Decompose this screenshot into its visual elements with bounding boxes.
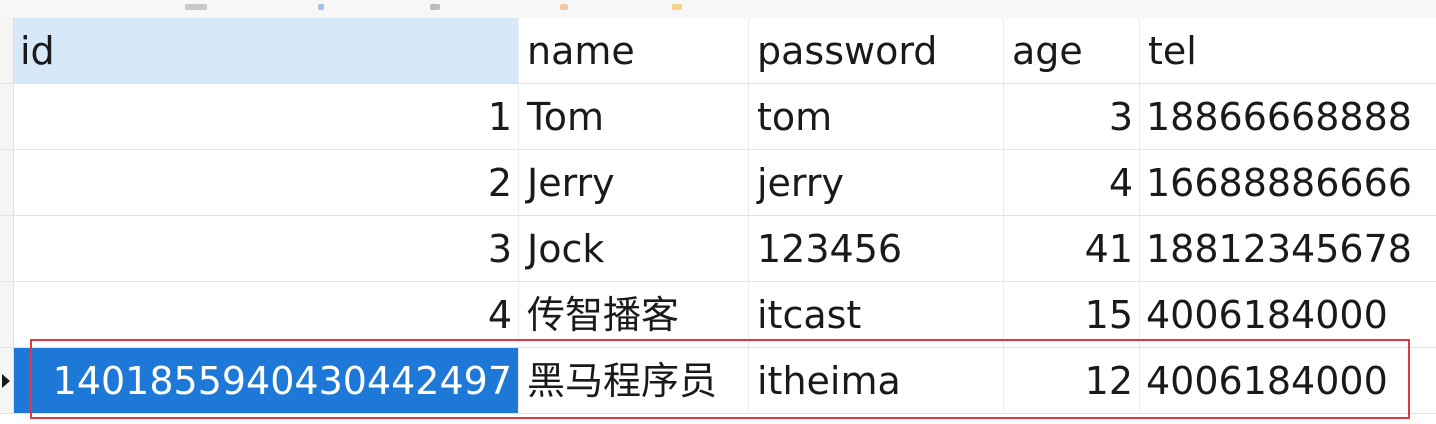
cell-age[interactable]: 15: [1004, 282, 1140, 347]
cell-tel[interactable]: 16688886666: [1140, 150, 1436, 215]
cell-name[interactable]: 传智播客: [519, 282, 749, 347]
cell-tel[interactable]: 4006184000: [1140, 282, 1436, 347]
cell-password[interactable]: tom: [749, 84, 1004, 149]
cell-password[interactable]: itheima: [749, 348, 1004, 413]
cell-name[interactable]: 黑马程序员: [519, 348, 749, 413]
toolbar-mark: [560, 4, 568, 10]
cell-age[interactable]: 4: [1004, 150, 1140, 215]
table-row[interactable]: 3 Jock 123456 41 18812345678: [0, 216, 1436, 282]
table-row[interactable]: 1 Tom tom 3 18866668888: [0, 84, 1436, 150]
header-row: id name password age tel: [0, 18, 1436, 84]
cell-password[interactable]: itcast: [749, 282, 1004, 347]
column-header-age[interactable]: age: [1004, 18, 1140, 83]
cell-age[interactable]: 12: [1004, 348, 1140, 413]
cell-password[interactable]: 123456: [749, 216, 1004, 281]
column-header-id[interactable]: id: [14, 18, 519, 83]
cell-id[interactable]: 3: [14, 216, 519, 281]
column-header-tel[interactable]: tel: [1140, 18, 1436, 83]
toolbar-mark: [672, 4, 682, 10]
cell-tel[interactable]: 18866668888: [1140, 84, 1436, 149]
toolbar-mark: [185, 4, 207, 10]
table-row[interactable]: 4 传智播客 itcast 15 4006184000: [0, 282, 1436, 348]
table-row[interactable]: 2 Jerry jerry 4 16688886666: [0, 150, 1436, 216]
toolbar-mark: [318, 4, 324, 10]
cell-name[interactable]: Jock: [519, 216, 749, 281]
column-header-password[interactable]: password: [749, 18, 1004, 83]
current-row-arrow-icon: [2, 374, 10, 388]
cell-password[interactable]: jerry: [749, 150, 1004, 215]
cell-id[interactable]: 1: [14, 84, 519, 149]
cell-age[interactable]: 3: [1004, 84, 1140, 149]
row-gutter[interactable]: [0, 216, 14, 281]
cell-name[interactable]: Tom: [519, 84, 749, 149]
cell-id[interactable]: 4: [14, 282, 519, 347]
row-gutter: [0, 18, 14, 83]
cell-age[interactable]: 41: [1004, 216, 1140, 281]
cell-tel[interactable]: 18812345678: [1140, 216, 1436, 281]
row-gutter[interactable]: [0, 348, 14, 413]
row-gutter[interactable]: [0, 282, 14, 347]
toolbar-mark: [430, 4, 440, 10]
row-gutter[interactable]: [0, 84, 14, 149]
toolbar-strip: [0, 0, 1436, 18]
column-header-name[interactable]: name: [519, 18, 749, 83]
cell-id-selected[interactable]: 1401855940430442497: [14, 348, 519, 413]
cell-id[interactable]: 2: [14, 150, 519, 215]
cell-tel[interactable]: 4006184000: [1140, 348, 1436, 413]
result-grid: id name password age tel 1 Tom tom 3 188…: [0, 18, 1436, 414]
row-gutter[interactable]: [0, 150, 14, 215]
cell-name[interactable]: Jerry: [519, 150, 749, 215]
table-row-selected[interactable]: 1401855940430442497 黑马程序员 itheima 12 400…: [0, 348, 1436, 414]
